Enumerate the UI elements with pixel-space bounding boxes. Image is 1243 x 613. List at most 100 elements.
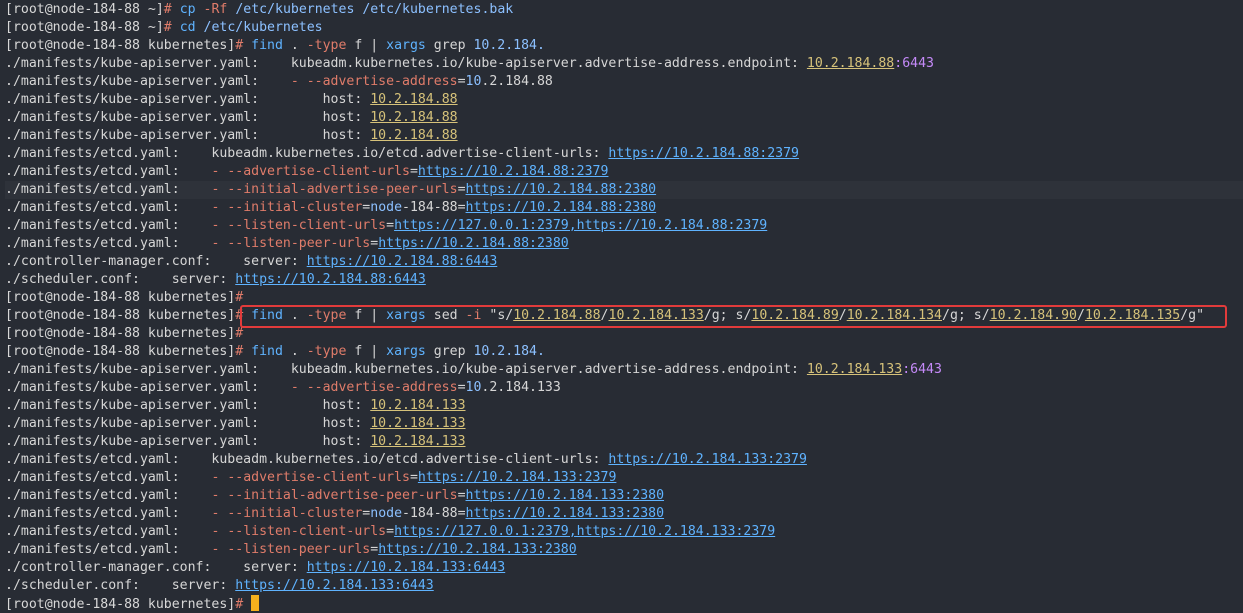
terminal-text-segment: - --initial-advertise-peer-urls bbox=[211, 182, 458, 197]
terminal-text-segment: xargs bbox=[386, 38, 426, 53]
terminal-text-segment: ./manifests/etcd.yaml: bbox=[5, 470, 212, 485]
terminal-line: ./manifests/kube-apiserver.yaml: - --adv… bbox=[5, 73, 1243, 91]
terminal-text-segment: - --advertise-client-urls bbox=[211, 164, 410, 179]
terminal-line: [root@node-184-88 ~]# cd /etc/kubernetes bbox=[5, 19, 1243, 37]
terminal-text-segment: 10.2.184.88 bbox=[806, 56, 895, 71]
terminal-line: ./manifests/kube-apiserver.yaml: host: 1… bbox=[5, 91, 1243, 109]
terminal-text-segment: cp bbox=[179, 2, 196, 17]
terminal-text-segment: grep bbox=[425, 38, 474, 53]
terminal-text-segment: find bbox=[251, 344, 283, 359]
terminal-text-segment: ./manifests/etcd.yaml: kubeadm.kubernete… bbox=[5, 452, 609, 467]
terminal-text-segment: # bbox=[235, 326, 244, 341]
terminal-text-segment: /g; s/ bbox=[942, 308, 990, 323]
terminal-window[interactable]: [root@node-184-88 ~]# cp -Rf /etc/kubern… bbox=[0, 0, 1243, 613]
terminal-text-segment: = bbox=[409, 470, 418, 485]
terminal-text-segment: -type bbox=[306, 344, 347, 359]
terminal-text-segment: [root@node-184-88 kubernetes] bbox=[5, 308, 236, 323]
terminal-text-segment: . bbox=[282, 344, 307, 359]
terminal-line: ./scheduler.conf: server: https://10.2.1… bbox=[5, 577, 1243, 595]
terminal-text-segment: ./scheduler.conf: server: bbox=[5, 272, 236, 287]
terminal-line: [root@node-184-88 kubernetes]# find . -t… bbox=[5, 307, 1243, 325]
terminal-text-segment: /etc/kubernetes bbox=[203, 20, 323, 35]
terminal-line: ./manifests/kube-apiserver.yaml: host: 1… bbox=[5, 127, 1243, 145]
terminal-text-segment: = bbox=[370, 236, 379, 251]
terminal-text-segment: :6443 bbox=[902, 362, 942, 377]
terminal-line: ./controller-manager.conf: server: https… bbox=[5, 253, 1243, 271]
terminal-text-segment: = bbox=[409, 164, 418, 179]
terminal-line: ./manifests/etcd.yaml: - --initial-adver… bbox=[0, 181, 1243, 199]
terminal-text-segment: https://10.2.184.88:2380 bbox=[465, 182, 657, 197]
terminal-text-segment: ./manifests/etcd.yaml: bbox=[5, 200, 212, 215]
terminal-text-segment: ./manifests/etcd.yaml: kubeadm.kubernete… bbox=[5, 146, 609, 161]
terminal-text-segment: ./manifests/kube-apiserver.yaml: kubeadm… bbox=[5, 56, 807, 71]
terminal-text-segment: - --initial-advertise-peer-urls bbox=[211, 488, 458, 503]
terminal-text-segment: = bbox=[457, 380, 466, 395]
cursor-block[interactable] bbox=[251, 595, 260, 611]
terminal-text-segment: [root@node-184-88 kubernetes] bbox=[5, 290, 236, 305]
terminal-text-segment: = bbox=[386, 218, 395, 233]
terminal-text-segment: - --initial-cluster bbox=[211, 200, 363, 215]
terminal-text-segment: # bbox=[235, 344, 252, 359]
terminal-text-segment: - --initial-cluster bbox=[211, 506, 363, 521]
terminal-line: [root@node-184-88 kubernetes]# bbox=[5, 595, 1243, 613]
terminal-line: ./manifests/etcd.yaml: - --listen-peer-u… bbox=[5, 235, 1243, 253]
terminal-text-segment: 10.2.184.134 bbox=[846, 308, 942, 323]
terminal-line: ./manifests/kube-apiserver.yaml: host: 1… bbox=[5, 433, 1243, 451]
terminal-text-segment: https://127.0.0.1:2379,https://10.2.184.… bbox=[394, 218, 768, 233]
terminal-line: ./manifests/kube-apiserver.yaml: host: 1… bbox=[5, 415, 1243, 433]
terminal-line: ./manifests/etcd.yaml: - --initial-clust… bbox=[5, 505, 1243, 523]
terminal-line: ./manifests/etcd.yaml: - --initial-clust… bbox=[5, 199, 1243, 217]
terminal-line: ./scheduler.conf: server: https://10.2.1… bbox=[5, 271, 1243, 289]
terminal-text-segment: [root@node-184-88 kubernetes] bbox=[5, 597, 236, 612]
terminal-text-segment: - --advertise-address bbox=[290, 380, 458, 395]
terminal-line: ./manifests/etcd.yaml: - --listen-client… bbox=[5, 217, 1243, 235]
terminal-text-segment: # bbox=[163, 20, 180, 35]
terminal-text-segment: / bbox=[838, 308, 847, 323]
terminal-text-segment: . bbox=[282, 308, 307, 323]
terminal-text-segment: /g; s/ bbox=[703, 308, 752, 323]
terminal-text-segment: https://10.2.184.133:2380 bbox=[465, 506, 665, 521]
terminal-text-segment: f | bbox=[346, 38, 387, 53]
terminal-text-segment: ./manifests/etcd.yaml: bbox=[5, 524, 212, 539]
terminal-text-segment: f | bbox=[346, 344, 387, 359]
terminal-text-segment: ./manifests/kube-apiserver.yaml: host: bbox=[5, 434, 371, 449]
terminal-line: [root@node-184-88 kubernetes]# bbox=[5, 325, 1243, 343]
terminal-text-segment: -i bbox=[465, 308, 482, 323]
terminal-text-segment: - --listen-peer-urls bbox=[211, 236, 371, 251]
terminal-output: [root@node-184-88 ~]# cp -Rf /etc/kubern… bbox=[0, 1, 1243, 613]
terminal-text-segment: ./manifests/etcd.yaml: bbox=[5, 164, 212, 179]
terminal-text-segment: # bbox=[235, 290, 244, 305]
terminal-line: ./manifests/kube-apiserver.yaml: host: 1… bbox=[5, 397, 1243, 415]
terminal-text-segment: [root@node-184-88 kubernetes] bbox=[5, 38, 236, 53]
terminal-text-segment: ./manifests/etcd.yaml: bbox=[5, 488, 212, 503]
terminal-line: [root@node-184-88 kubernetes]# find . -t… bbox=[5, 343, 1243, 361]
terminal-text-segment: . bbox=[282, 38, 307, 53]
terminal-text-segment: - --advertise-client-urls bbox=[211, 470, 410, 485]
terminal-text-segment: 10.2.184.90 bbox=[989, 308, 1077, 323]
terminal-text-segment: sed bbox=[425, 308, 466, 323]
terminal-text-segment: 10.2.184.133 bbox=[370, 434, 466, 449]
terminal-text-segment: ./manifests/kube-apiserver.yaml: host: bbox=[5, 398, 371, 413]
terminal-text-segment: https://10.2.184.133:6443 bbox=[235, 578, 434, 593]
terminal-text-segment: 10.2.184.133 bbox=[806, 362, 903, 377]
terminal-line: [root@node-184-88 kubernetes]# find . -t… bbox=[5, 37, 1243, 55]
terminal-text-segment: -184-88= bbox=[402, 200, 466, 215]
terminal-line: ./manifests/kube-apiserver.yaml: - --adv… bbox=[5, 379, 1243, 397]
terminal-text-segment: find bbox=[251, 38, 283, 53]
terminal-text-segment: - --listen-peer-urls bbox=[211, 542, 371, 557]
terminal-text-segment: ./manifests/kube-apiserver.yaml: kubeadm… bbox=[5, 362, 807, 377]
terminal-line: ./manifests/etcd.yaml: - --advertise-cli… bbox=[5, 469, 1243, 487]
terminal-text-segment: - --listen-client-urls bbox=[211, 218, 387, 233]
terminal-text-segment: ./manifests/etcd.yaml: bbox=[5, 218, 212, 233]
terminal-text-segment: 10 bbox=[465, 380, 482, 395]
terminal-text-segment: [root@node-184-88 ~] bbox=[5, 20, 164, 35]
terminal-text-segment: ./controller-manager.conf: server: bbox=[5, 560, 307, 575]
terminal-text-segment: = bbox=[457, 488, 466, 503]
terminal-text-segment: 10.2.184.88 bbox=[370, 128, 458, 143]
terminal-text-segment: https://10.2.184.133:2379 bbox=[417, 470, 617, 485]
terminal-text-segment: node bbox=[370, 200, 403, 215]
terminal-text-segment: 10.2.184. bbox=[473, 38, 545, 53]
terminal-text-segment: 10.2.184.88 bbox=[513, 308, 601, 323]
